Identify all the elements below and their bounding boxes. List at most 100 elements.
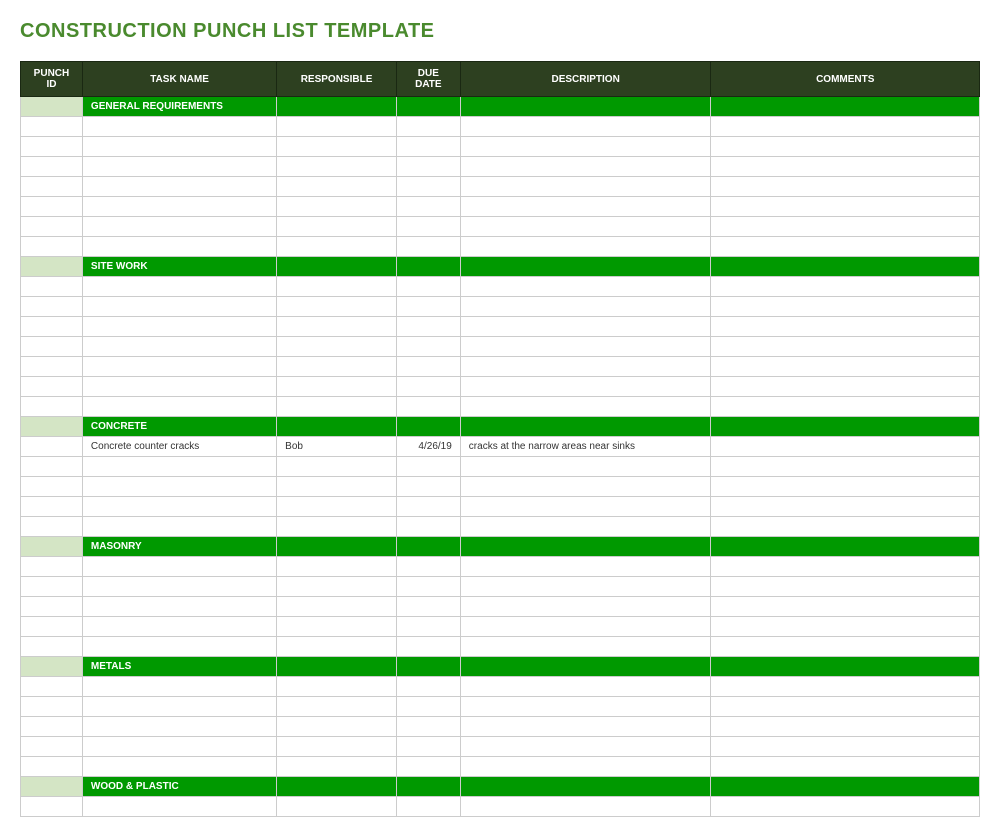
cell-comments[interactable]: [711, 277, 980, 297]
cell-task-name[interactable]: [82, 497, 276, 517]
cell-due-date[interactable]: [396, 717, 460, 737]
cell-responsible[interactable]: [277, 577, 397, 597]
cell-punch-id[interactable]: [21, 397, 83, 417]
cell-due-date[interactable]: [396, 377, 460, 397]
cell-description[interactable]: [460, 137, 711, 157]
cell-comments[interactable]: [711, 197, 980, 217]
cell-due-date[interactable]: [396, 157, 460, 177]
cell-due-date[interactable]: [396, 597, 460, 617]
cell-responsible[interactable]: [277, 517, 397, 537]
cell-due-date[interactable]: [396, 737, 460, 757]
cell-task-name[interactable]: [82, 737, 276, 757]
cell-punch-id[interactable]: [21, 497, 83, 517]
cell-task-name[interactable]: [82, 237, 276, 257]
cell-comments[interactable]: [711, 457, 980, 477]
cell-punch-id[interactable]: [21, 577, 83, 597]
cell-responsible[interactable]: [277, 237, 397, 257]
cell-comments[interactable]: [711, 577, 980, 597]
cell-due-date[interactable]: [396, 357, 460, 377]
cell-due-date[interactable]: [396, 517, 460, 537]
cell-punch-id[interactable]: [21, 277, 83, 297]
cell-due-date[interactable]: [396, 137, 460, 157]
cell-comments[interactable]: [711, 757, 980, 777]
cell-comments[interactable]: [711, 397, 980, 417]
cell-comments[interactable]: [711, 497, 980, 517]
cell-description[interactable]: [460, 297, 711, 317]
cell-punch-id[interactable]: [21, 557, 83, 577]
cell-responsible[interactable]: Bob: [277, 437, 397, 457]
cell-due-date[interactable]: [396, 697, 460, 717]
cell-responsible[interactable]: [277, 337, 397, 357]
cell-task-name[interactable]: [82, 317, 276, 337]
cell-comments[interactable]: [711, 137, 980, 157]
cell-responsible[interactable]: [277, 477, 397, 497]
cell-due-date[interactable]: [396, 577, 460, 597]
cell-responsible[interactable]: [277, 557, 397, 577]
section-id-cell[interactable]: [21, 657, 83, 677]
cell-punch-id[interactable]: [21, 157, 83, 177]
cell-due-date[interactable]: [396, 637, 460, 657]
section-id-cell[interactable]: [21, 537, 83, 557]
cell-punch-id[interactable]: [21, 717, 83, 737]
cell-description[interactable]: [460, 377, 711, 397]
cell-due-date[interactable]: [396, 177, 460, 197]
cell-responsible[interactable]: [277, 797, 397, 817]
cell-description[interactable]: [460, 697, 711, 717]
cell-comments[interactable]: [711, 617, 980, 637]
section-id-cell[interactable]: [21, 417, 83, 437]
cell-comments[interactable]: [711, 717, 980, 737]
cell-description[interactable]: [460, 617, 711, 637]
cell-due-date[interactable]: [396, 557, 460, 577]
cell-punch-id[interactable]: [21, 797, 83, 817]
cell-due-date[interactable]: [396, 677, 460, 697]
cell-punch-id[interactable]: [21, 237, 83, 257]
cell-task-name[interactable]: [82, 157, 276, 177]
cell-comments[interactable]: [711, 237, 980, 257]
section-id-cell[interactable]: [21, 97, 83, 117]
section-id-cell[interactable]: [21, 257, 83, 277]
cell-description[interactable]: [460, 477, 711, 497]
cell-task-name[interactable]: [82, 297, 276, 317]
cell-responsible[interactable]: [277, 697, 397, 717]
cell-description[interactable]: [460, 177, 711, 197]
cell-responsible[interactable]: [277, 317, 397, 337]
cell-task-name[interactable]: [82, 797, 276, 817]
cell-description[interactable]: [460, 277, 711, 297]
cell-comments[interactable]: [711, 697, 980, 717]
cell-description[interactable]: [460, 237, 711, 257]
cell-responsible[interactable]: [277, 117, 397, 137]
cell-due-date[interactable]: [396, 797, 460, 817]
cell-description[interactable]: [460, 397, 711, 417]
cell-comments[interactable]: [711, 357, 980, 377]
cell-punch-id[interactable]: [21, 137, 83, 157]
cell-comments[interactable]: [711, 477, 980, 497]
cell-responsible[interactable]: [277, 677, 397, 697]
cell-comments[interactable]: [711, 317, 980, 337]
cell-due-date[interactable]: [396, 617, 460, 637]
cell-description[interactable]: [460, 757, 711, 777]
cell-comments[interactable]: [711, 337, 980, 357]
cell-comments[interactable]: [711, 737, 980, 757]
cell-task-name[interactable]: [82, 577, 276, 597]
cell-task-name[interactable]: [82, 197, 276, 217]
cell-punch-id[interactable]: [21, 457, 83, 477]
cell-due-date[interactable]: [396, 457, 460, 477]
cell-punch-id[interactable]: [21, 297, 83, 317]
cell-task-name[interactable]: [82, 337, 276, 357]
cell-task-name[interactable]: [82, 637, 276, 657]
cell-responsible[interactable]: [277, 217, 397, 237]
cell-due-date[interactable]: [396, 397, 460, 417]
cell-task-name[interactable]: [82, 377, 276, 397]
cell-comments[interactable]: [711, 157, 980, 177]
cell-due-date[interactable]: [396, 197, 460, 217]
cell-due-date[interactable]: [396, 237, 460, 257]
cell-comments[interactable]: [711, 597, 980, 617]
cell-description[interactable]: [460, 157, 711, 177]
cell-description[interactable]: [460, 357, 711, 377]
cell-description[interactable]: [460, 517, 711, 537]
cell-punch-id[interactable]: [21, 637, 83, 657]
cell-description[interactable]: [460, 117, 711, 137]
cell-due-date[interactable]: [396, 337, 460, 357]
cell-description[interactable]: [460, 197, 711, 217]
cell-punch-id[interactable]: [21, 477, 83, 497]
